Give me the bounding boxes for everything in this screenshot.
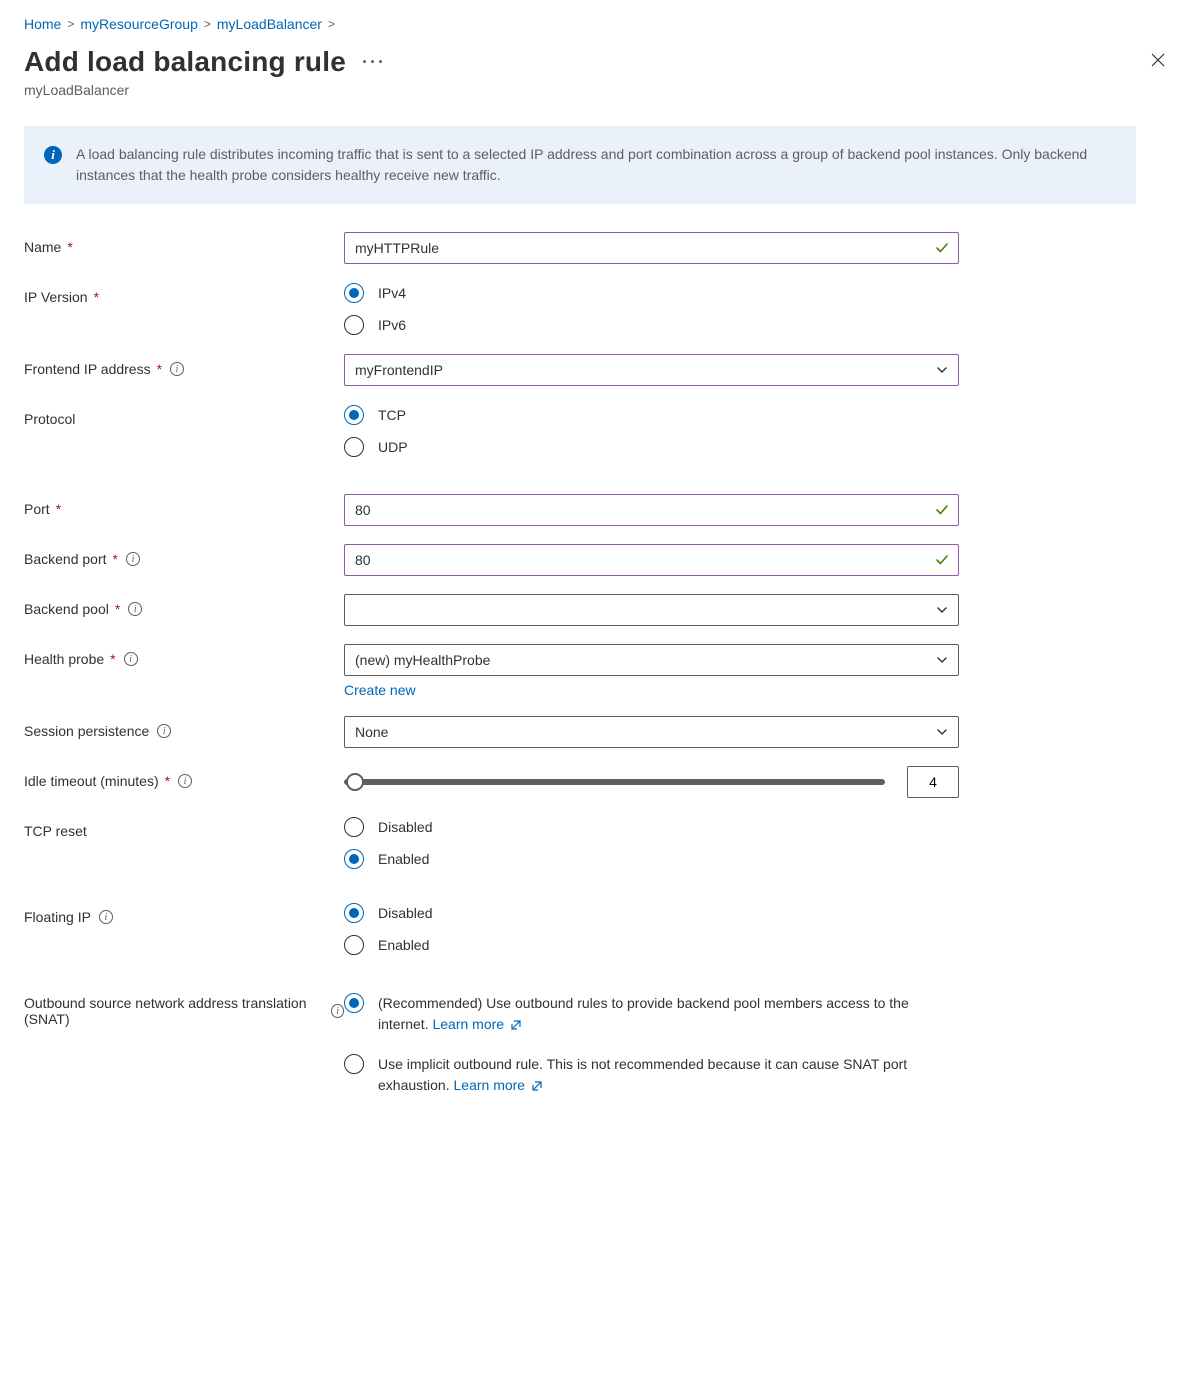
label-protocol: Protocol <box>24 411 75 427</box>
breadcrumb-load-balancer[interactable]: myLoadBalancer <box>217 16 322 32</box>
info-icon: i <box>44 146 62 164</box>
radio-icon <box>344 903 364 923</box>
radio-icon <box>344 315 364 335</box>
radio-floating-ip-disabled[interactable]: Disabled <box>344 902 959 924</box>
radio-tcp-reset-disabled[interactable]: Disabled <box>344 816 959 838</box>
chevron-right-icon: > <box>204 17 211 31</box>
chevron-right-icon: > <box>67 17 74 31</box>
radio-tcp[interactable]: TCP <box>344 404 959 426</box>
chevron-down-icon <box>936 654 948 666</box>
label-session-persistence: Session persistence <box>24 723 149 739</box>
label-backend-pool: Backend pool <box>24 601 109 617</box>
info-icon[interactable]: i <box>128 602 142 616</box>
external-link-icon <box>510 1019 522 1031</box>
radio-icon <box>344 817 364 837</box>
label-ip-version: IP Version <box>24 289 88 305</box>
breadcrumb-resource-group[interactable]: myResourceGroup <box>80 16 198 32</box>
name-input[interactable] <box>344 232 959 264</box>
radio-icon <box>344 935 364 955</box>
learn-more-link[interactable]: Learn more <box>432 1016 521 1032</box>
required-mark: * <box>157 361 162 377</box>
chevron-down-icon <box>936 726 948 738</box>
health-probe-select[interactable]: (new) myHealthProbe <box>344 644 959 676</box>
breadcrumb-home[interactable]: Home <box>24 16 61 32</box>
radio-icon <box>344 437 364 457</box>
required-mark: * <box>165 773 170 789</box>
required-mark: * <box>110 651 115 667</box>
required-mark: * <box>56 501 61 517</box>
chevron-right-icon: > <box>328 17 335 31</box>
label-port: Port <box>24 501 50 517</box>
radio-icon <box>344 283 364 303</box>
required-mark: * <box>94 289 99 305</box>
radio-tcp-reset-enabled[interactable]: Enabled <box>344 848 959 870</box>
label-snat: Outbound source network address translat… <box>24 995 323 1027</box>
label-name: Name <box>24 239 61 255</box>
info-icon[interactable]: i <box>157 724 171 738</box>
create-new-health-probe-link[interactable]: Create new <box>344 682 416 698</box>
required-mark: * <box>67 239 72 255</box>
close-button[interactable] <box>1140 46 1176 78</box>
info-icon[interactable]: i <box>124 652 138 666</box>
breadcrumb: Home > myResourceGroup > myLoadBalancer … <box>24 16 1176 32</box>
label-idle-timeout: Idle timeout (minutes) <box>24 773 159 789</box>
backend-pool-select[interactable] <box>344 594 959 626</box>
info-icon[interactable]: i <box>99 910 113 924</box>
info-icon[interactable]: i <box>126 552 140 566</box>
chevron-down-icon <box>936 604 948 616</box>
page-title: Add load balancing rule ··· <box>24 46 386 78</box>
frontend-ip-select[interactable]: myFrontendIP <box>344 354 959 386</box>
radio-floating-ip-enabled[interactable]: Enabled <box>344 934 959 956</box>
slider-thumb[interactable] <box>346 773 364 791</box>
info-text: A load balancing rule distributes incomi… <box>76 144 1116 186</box>
radio-snat-outbound-rules[interactable]: (Recommended) Use outbound rules to prov… <box>344 992 924 1035</box>
required-mark: * <box>115 601 120 617</box>
label-tcp-reset: TCP reset <box>24 823 87 839</box>
radio-udp[interactable]: UDP <box>344 436 959 458</box>
radio-snat-implicit[interactable]: Use implicit outbound rule. This is not … <box>344 1053 924 1096</box>
label-frontend-ip: Frontend IP address <box>24 361 151 377</box>
port-input[interactable] <box>344 494 959 526</box>
radio-icon <box>344 405 364 425</box>
required-mark: * <box>113 551 118 567</box>
radio-icon <box>344 849 364 869</box>
page-subtitle: myLoadBalancer <box>24 82 386 98</box>
info-icon[interactable]: i <box>178 774 192 788</box>
learn-more-link[interactable]: Learn more <box>454 1077 543 1093</box>
label-backend-port: Backend port <box>24 551 107 567</box>
radio-ipv4[interactable]: IPv4 <box>344 282 959 304</box>
radio-icon <box>344 993 364 1013</box>
more-actions-button[interactable]: ··· <box>362 52 386 73</box>
label-health-probe: Health probe <box>24 651 104 667</box>
idle-timeout-input[interactable] <box>907 766 959 798</box>
info-icon[interactable]: i <box>170 362 184 376</box>
idle-timeout-slider[interactable] <box>344 779 885 785</box>
label-floating-ip: Floating IP <box>24 909 91 925</box>
session-persistence-select[interactable]: None <box>344 716 959 748</box>
external-link-icon <box>531 1080 543 1092</box>
radio-ipv6[interactable]: IPv6 <box>344 314 959 336</box>
info-icon[interactable]: i <box>331 1004 344 1018</box>
backend-port-input[interactable] <box>344 544 959 576</box>
radio-icon <box>344 1054 364 1074</box>
chevron-down-icon <box>936 364 948 376</box>
info-banner: i A load balancing rule distributes inco… <box>24 126 1136 204</box>
